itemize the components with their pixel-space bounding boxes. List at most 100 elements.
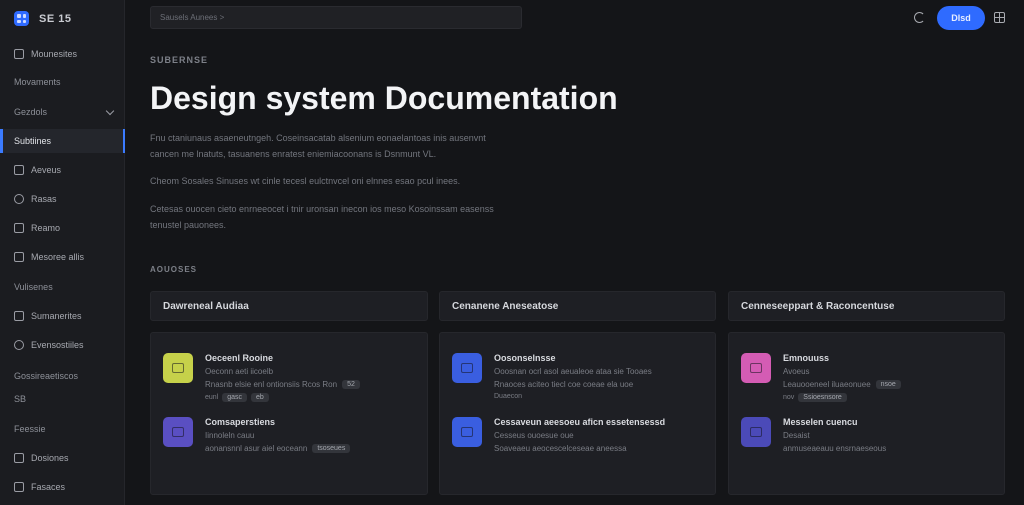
- entry-meta-text: Rnaoces aciteo tiecl coe coeae ela uoe: [494, 380, 634, 389]
- entry-meta-text: anmuseaeauu ensrnaeseous: [783, 444, 887, 453]
- entry-title: Cessaveun aeesoeu aficn essetensessd: [494, 417, 666, 427]
- clock-icon: [14, 340, 24, 350]
- sidebar-item-label: Aeveus: [31, 165, 62, 175]
- sidebar-section-12[interactable]: SB: [0, 387, 125, 411]
- sidebar-item-label: Dosiones: [31, 453, 69, 463]
- column-card-2: Oosonselnsse Ooosnan ocrl asol aeualeoe …: [439, 332, 716, 495]
- column-card-1: Oeceenl Rooine Oeconn aeti iicoelb Rnasn…: [150, 332, 428, 495]
- entry-tags: eunl gasc eb: [205, 393, 269, 402]
- tag[interactable]: Ssioesnsore: [798, 393, 847, 402]
- entry-meta: Leauooeneel iluaeonuee nsoe: [783, 380, 901, 389]
- sidebar-section-1[interactable]: Movaments: [0, 70, 125, 94]
- entry-title: Messelen cuencu: [783, 417, 858, 427]
- primary-button[interactable]: Dlsd: [937, 6, 985, 30]
- sidebar-item-15[interactable]: Fasaces: [0, 475, 125, 499]
- list-item[interactable]: Cessaveun aeesoeu aficn essetensessd Ces…: [452, 417, 705, 477]
- file-icon: [14, 165, 24, 175]
- component-icon: [163, 417, 193, 447]
- entry-meta: Rnaoces aciteo tiecl coe coeae ela uoe: [494, 380, 633, 389]
- entry-meta-text: aonansnnl asur aiel eoceann: [205, 444, 308, 453]
- sidebar-item-5[interactable]: Rasas: [0, 187, 125, 211]
- component-icon: [452, 353, 482, 383]
- entry-subtitle: Avoeus: [783, 367, 810, 376]
- intro-paragraph-1: Fnu ctaniunaus asaeneutngeh. Coseinsacat…: [150, 133, 486, 159]
- sidebar-item-label: Mounesites: [31, 49, 78, 59]
- column-card-3: Emnouuss Avoeus Leauooeneel iluaeonuee ns…: [728, 332, 1005, 495]
- book-icon: [14, 482, 24, 492]
- sidebar-item-9[interactable]: Sumanerites: [0, 304, 125, 328]
- entry-tags: Duaecon: [494, 393, 522, 400]
- sidebar-section-11[interactable]: Gossireaetiscos: [0, 364, 125, 388]
- sidebar-item-label: Gossireaetiscos: [14, 371, 79, 381]
- intro-paragraph-2: Cheom Sosales Sinuses wt cinle tecesl eu…: [150, 176, 461, 186]
- sidebar-item-label: Rasas: [31, 194, 57, 204]
- sidebar-section-2[interactable]: Gezdols: [0, 100, 125, 124]
- sidebar-item-label: Evensostiiles: [31, 340, 84, 350]
- entry-meta: Rnasnb elsie enl ontionsiis Rcos Ron 52: [205, 380, 360, 389]
- sidebar-item-0[interactable]: Mounesites: [0, 42, 125, 66]
- entry-chip: nsoe: [875, 380, 901, 389]
- entry-title: Emnouuss: [783, 353, 830, 363]
- entry-subtitle: Desaist: [783, 431, 810, 440]
- sidebar-item-label: Reamo: [31, 223, 61, 233]
- sidebar-section-8[interactable]: Vulisenes: [0, 275, 125, 299]
- component-icon: [452, 417, 482, 447]
- brand[interactable]: SE 15: [14, 11, 71, 26]
- component-icon: [741, 353, 771, 383]
- chevron-down-icon: [105, 106, 115, 116]
- circle-icon: [14, 194, 24, 204]
- sidebar-section-13[interactable]: Feessie: [0, 417, 125, 441]
- search-input[interactable]: Sausels Aunees >: [150, 6, 522, 29]
- list-item[interactable]: Messelen cuencu Desaist anmuseaeauu ensr…: [741, 417, 994, 477]
- logo-icon: [14, 11, 29, 26]
- list-item[interactable]: Oeceenl Rooine Oeconn aeti iicoelb Rnasn…: [163, 353, 417, 413]
- entry-title: Oosonselnsse: [494, 353, 556, 363]
- sidebar-item-4[interactable]: Aeveus: [0, 158, 125, 182]
- sidebar-item-14[interactable]: Dosiones: [0, 446, 125, 470]
- entry-title: Oeceenl Rooine: [205, 353, 274, 363]
- list-item[interactable]: Oosonselnsse Ooosnan ocrl asol aeualeoe …: [452, 353, 705, 413]
- box-icon: [14, 49, 24, 59]
- theme-toggle-icon[interactable]: [914, 12, 925, 23]
- component-icon: [163, 353, 193, 383]
- entry-subtitle: Iinnoleln cauu: [205, 431, 255, 440]
- entry-title: Comsaperstiens: [205, 417, 276, 427]
- sidebar-item-label: Vulisenes: [14, 282, 53, 292]
- column-header-1[interactable]: Dawreneal Audiaa: [150, 291, 428, 321]
- list-item[interactable]: Emnouuss Avoeus Leauooeneel iluaeonuee ns…: [741, 353, 994, 413]
- tag: eunl: [205, 394, 219, 401]
- entry-meta-text: Leauooeneel iluaeonuee: [783, 380, 871, 389]
- tag[interactable]: eb: [251, 393, 269, 402]
- entry-meta: anmuseaeauu ensrnaeseous: [783, 444, 886, 453]
- sidebar-item-active[interactable]: Subtiines: [0, 129, 125, 153]
- sidebar-item-10[interactable]: Evensostiiles: [0, 333, 125, 357]
- entry-meta-text: Soaveaeu aeocescelceseae aneessa: [494, 444, 627, 453]
- sidebar-item-label: Sumanerites: [31, 311, 82, 321]
- list-item[interactable]: Comsaperstiens Iinnoleln cauu aonansnnl …: [163, 417, 417, 477]
- entry-meta-text: Rnasnb elsie enl ontionsiis Rcos Ron: [205, 380, 338, 389]
- sidebar-item-label: Subtiines: [14, 136, 52, 146]
- sidebar-item-label: Movaments: [14, 77, 61, 87]
- brand-name: SE 15: [39, 12, 72, 25]
- sidebar-item-label: Mesoree allis: [31, 252, 85, 262]
- entry-chip: 52: [342, 380, 360, 389]
- grid-icon: [14, 453, 24, 463]
- entry-subtitle: Ooosnan ocrl asol aeualeoe ataa sie Tooa…: [494, 367, 652, 376]
- layout-icon[interactable]: [994, 12, 1005, 23]
- page-eyebrow: SUBERNSE: [150, 55, 209, 65]
- tag[interactable]: gasc: [222, 393, 248, 402]
- sidebar-item-6[interactable]: Reamo: [0, 216, 125, 240]
- layers-icon: [14, 311, 24, 321]
- search-placeholder: Sausels Aunees >: [160, 13, 225, 22]
- page-title: Design system Documentation: [150, 80, 618, 116]
- component-icon: [741, 417, 771, 447]
- sidebar-item-7[interactable]: Mesoree allis: [0, 245, 125, 269]
- sidebar-item-label: Fasaces: [31, 482, 66, 492]
- sidebar-item-label: SB: [14, 394, 27, 404]
- section-label: AOUOSES: [150, 265, 198, 274]
- column-header-3[interactable]: Cenneseeppart & Raconcentuse: [728, 291, 1005, 321]
- column-header-2[interactable]: Cenanene Aneseatose: [439, 291, 716, 321]
- entry-subtitle: Cesseus ouoesue oue: [494, 431, 574, 440]
- entry-subtitle: Oeconn aeti iicoelb: [205, 367, 274, 376]
- tag: nov: [783, 394, 795, 401]
